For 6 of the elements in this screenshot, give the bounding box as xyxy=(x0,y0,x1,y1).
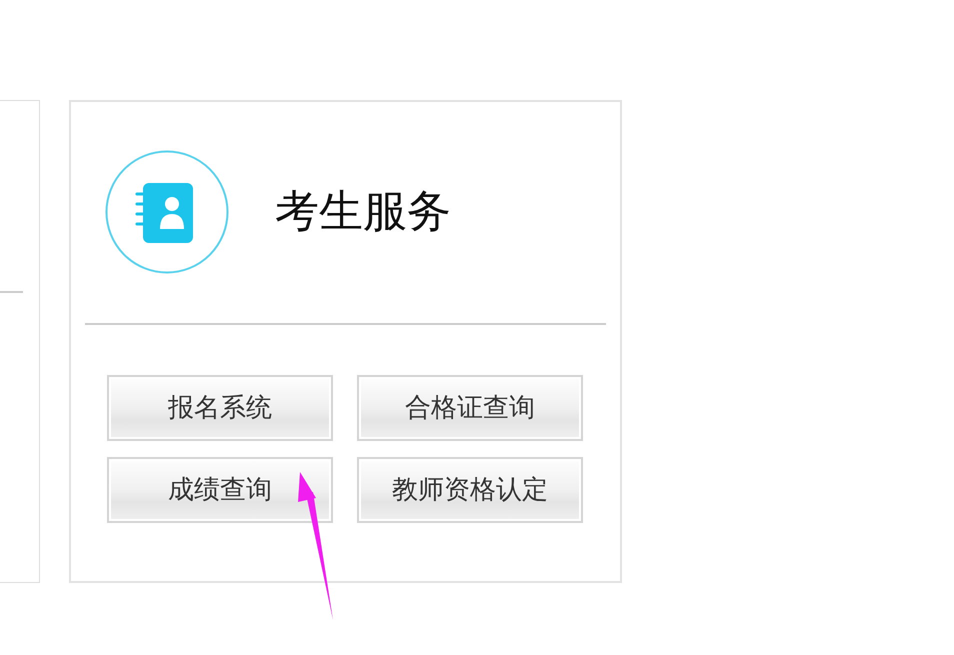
service-button[interactable]: 教师资格认定 xyxy=(357,457,583,523)
service-button[interactable]: 合格证查询 xyxy=(357,375,583,441)
service-button[interactable]: 成绩查询 xyxy=(107,457,333,523)
contact-book-icon xyxy=(105,150,229,274)
section-title: 考生服务 xyxy=(275,184,451,238)
service-button[interactable]: 报名系统 xyxy=(107,375,333,441)
